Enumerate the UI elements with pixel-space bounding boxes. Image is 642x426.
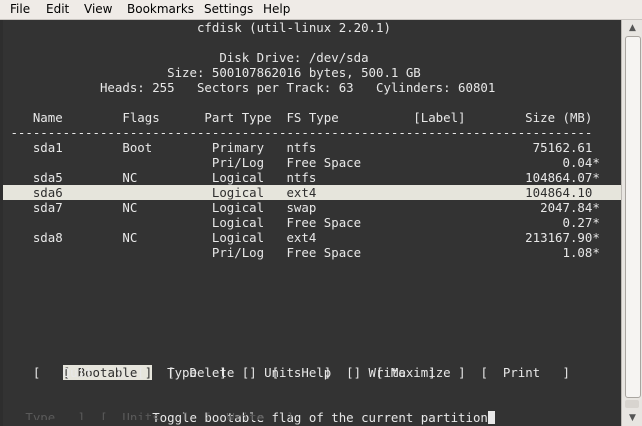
terminal-screen[interactable]: cfdisk (util-linux 2.20.1) Disk Drive: /… [3,20,621,426]
scroll-track[interactable] [625,400,639,408]
partition-row[interactable]: sda1 Boot Primary ntfs 75162.61 [3,140,621,155]
cfdisk-title: cfdisk (util-linux 2.20.1) [3,20,391,35]
menu-settings[interactable]: Settings [204,2,253,16]
command-menu-row-2[interactable]: [ Quit ] [ Type ] [ Units ] [ Write ] [3,365,621,380]
disk-drive-line: Disk Drive: /dev/sda [3,50,369,65]
partition-row[interactable]: Logical Free Space 0.27* [3,215,621,230]
partition-row-selected[interactable]: sda6 Logical ext4 104864.10 [3,185,621,200]
command-menu-row-1[interactable]: [ Bootable ] [ Delete ] [ Help ] [ Maxim… [3,350,621,380]
menu-view[interactable]: View [84,2,112,16]
partition-row[interactable]: Pri/Log Free Space 0.04* [3,155,621,170]
menu-file[interactable]: File [10,2,30,16]
partition-row[interactable]: Pri/Log Free Space 1.08* [3,245,621,260]
menu-bookmarks[interactable]: Bookmarks [127,2,194,16]
partition-row[interactable]: sda8 NC Logical ext4 213167.90* [3,230,621,245]
table-separator: ----------------------------------------… [3,125,593,140]
vertical-scrollbar[interactable]: ▲ ▼ [621,20,642,426]
scroll-thumb[interactable] [625,36,641,398]
partition-row[interactable]: sda7 NC Logical swap 2047.84* [3,200,621,215]
partition-table-header: Name Flags Part Type FS Type [Label] Siz… [3,110,593,125]
status-line: Toggle bootable flag of the current part… [3,395,621,425]
partition-row[interactable]: sda5 NC Logical ntfs 104864.07* [3,170,621,185]
scrollback-ghost-line: Type ] [ Units ] [ Write ] [3,410,294,420]
menu-edit[interactable]: Edit [46,2,69,16]
disk-geometry-line: Heads: 255 Sectors per Track: 63 Cylinde… [3,80,496,95]
menu-bar: File Edit View Bookmarks Settings Help [0,0,642,20]
menu-help[interactable]: Help [263,2,290,16]
scroll-up-icon[interactable]: ▲ [622,20,642,36]
scroll-down-icon[interactable]: ▼ [622,410,642,426]
disk-size-line: Size: 500107862016 bytes, 500.1 GB [3,65,421,80]
